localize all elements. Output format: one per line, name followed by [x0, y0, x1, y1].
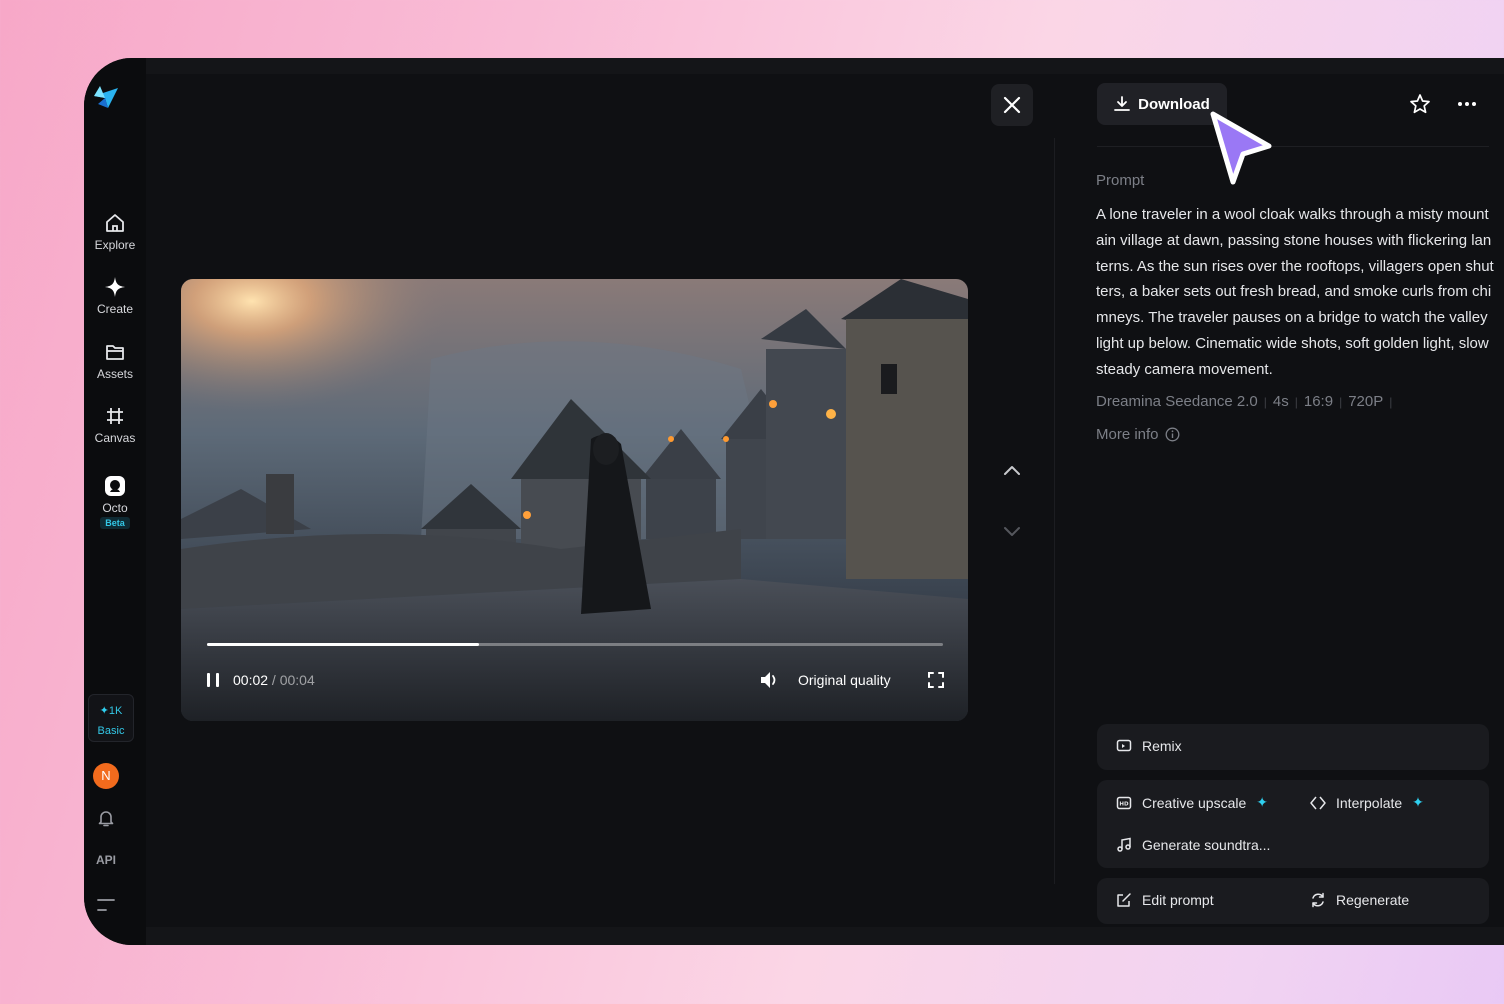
sidebar-item-explore[interactable]: Explore	[84, 212, 146, 252]
generate-soundtrack-label: Generate soundtra...	[1142, 837, 1271, 853]
download-icon	[1114, 96, 1131, 111]
interpolate-icon	[1310, 796, 1326, 809]
remix-card: Remix	[1097, 724, 1489, 770]
folder-icon	[106, 345, 124, 360]
chevron-down-icon[interactable]	[1001, 520, 1023, 542]
more-info-label: More info	[1096, 426, 1159, 443]
video-frame	[181, 279, 968, 721]
edit-icon	[1117, 893, 1131, 907]
octo-icon	[105, 476, 125, 496]
sidebar-item-octo[interactable]: Octo Beta	[84, 475, 146, 529]
panel-divider	[1054, 138, 1055, 884]
credits-badge[interactable]: ✦1K Basic	[88, 694, 134, 742]
current-time: 00:02	[233, 672, 269, 688]
regenerate-icon	[1312, 892, 1324, 908]
plan-label: Basic	[97, 725, 125, 737]
edit-card: Edit prompt Regenerate	[1097, 878, 1489, 924]
sidebar-item-label: Create	[96, 302, 134, 316]
sparkle-icon: ✦	[1412, 794, 1424, 810]
fullscreen-icon[interactable]	[927, 671, 945, 689]
sidebar-item-label: Canvas	[94, 431, 136, 445]
remix-label: Remix	[1142, 738, 1182, 754]
sidebar-item-canvas[interactable]: Canvas	[84, 405, 146, 445]
model-name: Dreamina Seedance 2.0	[1096, 393, 1258, 410]
remix-button[interactable]: Remix	[1116, 738, 1182, 754]
pointer-cursor-icon	[1210, 111, 1272, 185]
video-length: 4s	[1272, 393, 1289, 410]
svg-text:HD: HD	[1119, 801, 1129, 807]
generation-meta: Dreamina Seedance 2.0 | 4s | 16:9 | 720P |	[1096, 393, 1398, 410]
generate-soundtrack-button[interactable]: Generate soundtra...	[1116, 837, 1270, 853]
sparkle-icon	[105, 277, 125, 297]
sidebar-item-label: Assets	[96, 367, 133, 381]
close-button[interactable]	[991, 84, 1033, 126]
home-icon	[106, 214, 124, 232]
credits-amount: 1K	[108, 705, 123, 717]
music-note-icon	[1117, 837, 1131, 852]
sidebar-item-assets[interactable]: Assets	[84, 341, 146, 381]
enhance-card: HD Creative upscale ✦ Interpolate ✦ Gene…	[1097, 780, 1489, 868]
sidebar: Explore Create Assets Canvas Octo Beta ✦…	[84, 58, 146, 945]
prompt-label: Prompt	[1096, 172, 1145, 189]
top-strip	[146, 58, 1504, 74]
info-icon	[1165, 427, 1179, 442]
download-label: Download	[1138, 95, 1210, 113]
duration: 00:04	[279, 672, 315, 688]
chevron-up-icon[interactable]	[1001, 460, 1023, 482]
more-info-link[interactable]: More info	[1096, 426, 1180, 443]
creative-upscale-label: Creative upscale	[1142, 794, 1247, 811]
remix-icon	[1116, 739, 1132, 752]
sidebar-item-label: Explore	[94, 238, 136, 252]
regenerate-label: Regenerate	[1336, 892, 1410, 908]
time-separator: /	[268, 672, 280, 688]
aspect-ratio: 16:9	[1303, 393, 1334, 410]
crop-grid-icon	[107, 408, 123, 424]
video-player[interactable]: 00:02 / 00:04 Original quality	[181, 279, 968, 721]
prompt-text: A lone traveler in a wool cloak walks th…	[1096, 206, 1494, 378]
sidebar-item-label: Octo	[102, 501, 128, 515]
dreamina-logo-icon[interactable]	[92, 82, 120, 110]
edit-prompt-label: Edit prompt	[1142, 892, 1214, 908]
interpolate-button[interactable]: Interpolate ✦	[1310, 794, 1424, 811]
meta-separator: |	[1294, 395, 1298, 409]
sidebar-item-create[interactable]: Create	[84, 276, 146, 316]
more-options-icon[interactable]	[1457, 94, 1477, 114]
volume-icon[interactable]	[759, 670, 781, 690]
creative-upscale-button[interactable]: HD Creative upscale ✦	[1116, 794, 1268, 811]
edit-prompt-button[interactable]: Edit prompt	[1116, 892, 1214, 908]
pause-icon[interactable]	[205, 672, 221, 688]
sparkle-icon: ✦	[99, 705, 109, 717]
avatar[interactable]: N	[93, 763, 119, 789]
header-divider	[1097, 146, 1489, 147]
meta-separator: |	[1263, 395, 1267, 409]
sparkle-icon: ✦	[1256, 794, 1269, 810]
app-window: Explore Create Assets Canvas Octo Beta ✦…	[84, 58, 1504, 945]
beta-badge: Beta	[100, 517, 130, 529]
interpolate-label: Interpolate	[1336, 794, 1403, 811]
api-link[interactable]: API	[84, 853, 128, 867]
close-icon	[1003, 96, 1021, 114]
bell-icon[interactable]	[96, 808, 116, 828]
progress-bar[interactable]	[207, 643, 943, 646]
meta-separator: |	[1389, 395, 1393, 409]
meta-separator: |	[1339, 395, 1343, 409]
star-icon[interactable]	[1409, 93, 1431, 115]
time-display: 00:02 / 00:04	[233, 672, 315, 688]
quality-selector[interactable]: Original quality	[798, 672, 891, 688]
progress-fill	[207, 643, 480, 646]
menu-icon[interactable]	[97, 898, 115, 912]
regenerate-button[interactable]: Regenerate	[1310, 892, 1409, 908]
bottom-strip	[146, 927, 1504, 945]
resolution: 720P	[1348, 393, 1384, 410]
hd-upscale-icon: HD	[1116, 796, 1132, 809]
